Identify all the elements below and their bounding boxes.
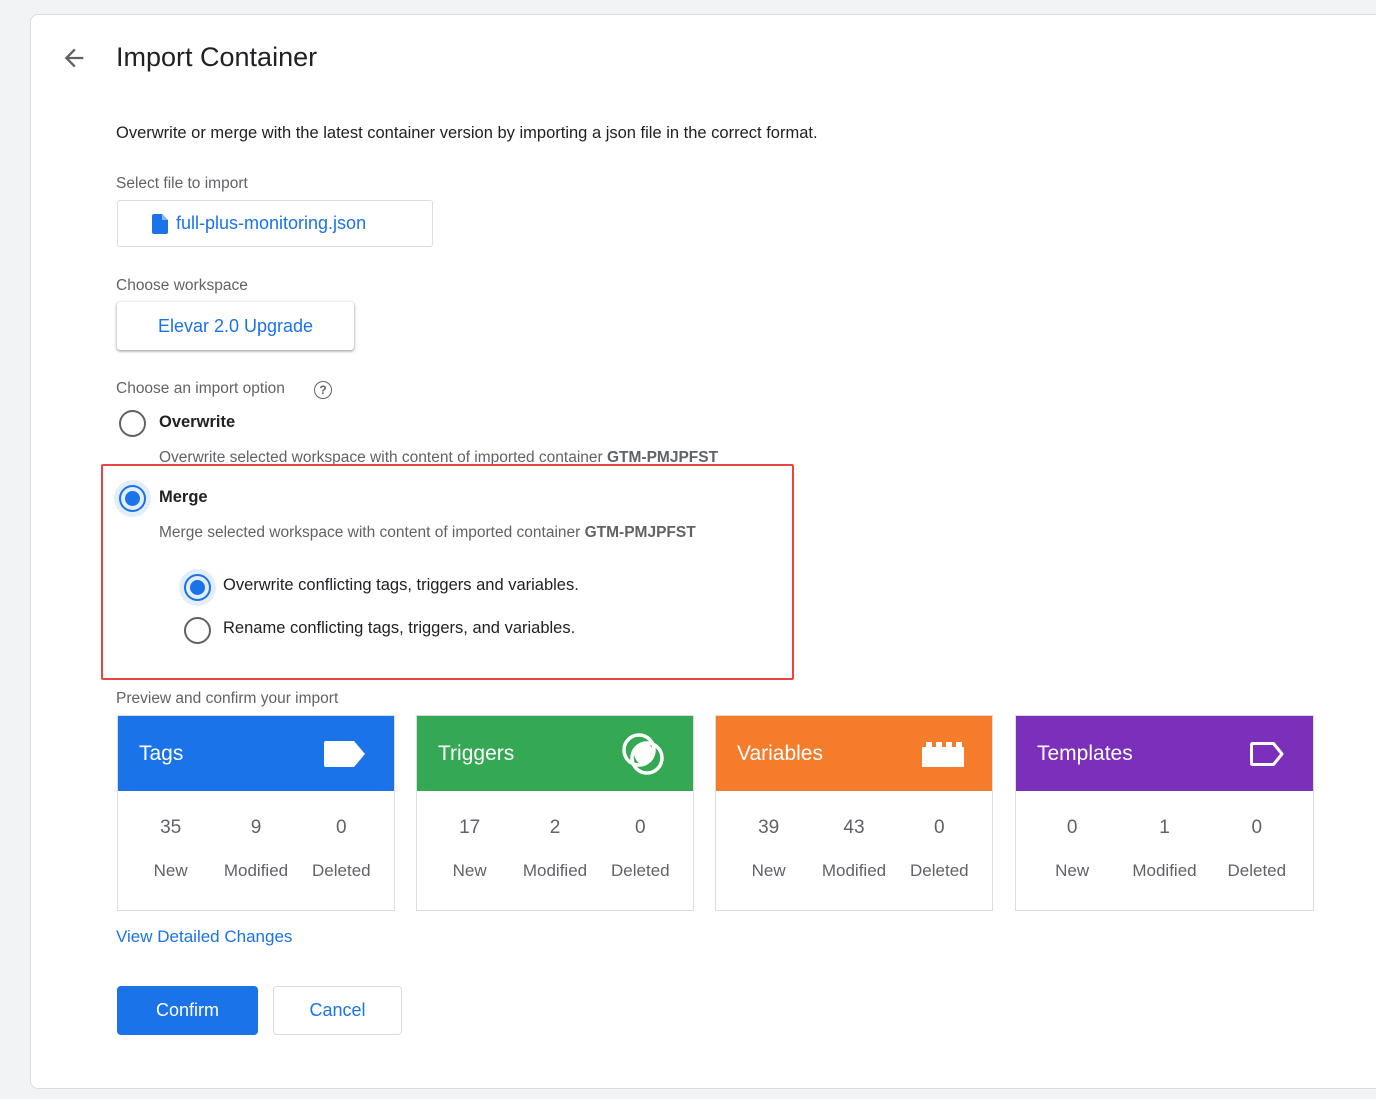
view-detailed-changes-link[interactable]: View Detailed Changes — [116, 927, 292, 947]
triggers-deleted-label: Deleted — [611, 861, 670, 880]
workspace-select-button[interactable]: Elevar 2.0 Upgrade — [117, 302, 354, 350]
variables-card: Variables 39 New 43 Modified 0 Deleted — [715, 715, 993, 911]
templates-deleted-count: 0 — [1251, 817, 1263, 838]
tag-icon — [324, 740, 365, 767]
merge-container-id: GTM-PMJPFST — [584, 524, 696, 541]
tags-modified-label: Modified — [223, 861, 289, 880]
merge-radio[interactable] — [114, 480, 151, 517]
tags-deleted-count: 0 — [336, 817, 347, 838]
overwrite-option-name: Overwrite — [159, 413, 236, 431]
templates-modified-label: Modified — [1132, 861, 1197, 880]
overwrite-option-desc: Overwrite selected workspace with conten… — [159, 449, 719, 466]
templates-card-title: Templates — [1037, 741, 1133, 765]
templates-new-label: New — [1055, 861, 1090, 880]
triggers-card-header: Triggers — [417, 716, 693, 791]
file-name: full-plus-monitoring.json — [176, 213, 367, 233]
overwrite-conflicting-radio[interactable] — [179, 569, 216, 606]
variables-modified-count: 43 — [843, 817, 865, 838]
triggers-modified-label: Modified — [522, 861, 588, 880]
triggers-card-title: Triggers — [438, 741, 515, 765]
merge-option-desc: Merge selected workspace with content of… — [159, 524, 696, 541]
templates-modified-count: 1 — [1159, 817, 1170, 838]
triggers-deleted-count: 0 — [635, 817, 646, 838]
file-select-button[interactable]: full-plus-monitoring.json — [117, 200, 433, 247]
cancel-button[interactable]: Cancel — [273, 986, 402, 1035]
help-icon[interactable]: ? — [314, 381, 332, 399]
overwrite-radio[interactable] — [119, 410, 146, 437]
tags-new-label: New — [153, 861, 188, 880]
variables-card-header: Variables — [716, 716, 992, 791]
import-description: Overwrite or merge with the latest conta… — [116, 124, 818, 142]
preview-label: Preview and confirm your import — [116, 690, 339, 707]
file-label: Select file to import — [116, 175, 248, 192]
import-option-label: Choose an import option — [116, 380, 285, 397]
variables-card-title: Variables — [737, 741, 823, 765]
triggers-modified-count: 2 — [549, 817, 561, 838]
trigger-icon — [622, 732, 664, 775]
merge-option-name: Merge — [159, 488, 208, 506]
rename-conflicting-radio[interactable] — [184, 617, 211, 644]
templates-deleted-label: Deleted — [1227, 861, 1287, 880]
page-title: Import Container — [116, 42, 318, 72]
tags-modified-count: 9 — [250, 817, 262, 838]
triggers-new-count: 17 — [459, 817, 481, 838]
rename-conflicting-label: Rename conflicting tags, triggers, and v… — [223, 619, 576, 637]
file-icon — [152, 213, 168, 234]
variables-modified-label: Modified — [821, 861, 887, 880]
workspace-label: Choose workspace — [116, 277, 248, 294]
variable-icon — [922, 741, 964, 767]
tags-card-title: Tags — [139, 741, 184, 765]
tags-card-header: Tags — [118, 716, 394, 791]
triggers-new-label: New — [452, 861, 487, 880]
tags-new-count: 35 — [160, 817, 182, 838]
templates-card-header: Templates — [1016, 716, 1313, 791]
confirm-button[interactable]: Confirm — [117, 986, 258, 1035]
overwrite-container-id: GTM-PMJPFST — [607, 449, 719, 466]
back-arrow-icon[interactable] — [60, 44, 88, 72]
overwrite-conflicting-label: Overwrite conflicting tags, triggers and… — [223, 576, 579, 594]
templates-card: Templates 0 New 1 Modified 0 Deleted — [1015, 715, 1314, 911]
templates-new-count: 0 — [1066, 817, 1078, 838]
variables-new-label: New — [751, 861, 786, 880]
tags-card: Tags 35 New 9 Modified 0 Deleted — [117, 715, 395, 911]
variables-deleted-count: 0 — [934, 817, 945, 838]
variables-deleted-label: Deleted — [910, 861, 969, 880]
tags-deleted-label: Deleted — [312, 861, 371, 880]
triggers-card: Triggers 17 New 2 Modified 0 Deleted — [416, 715, 694, 911]
variables-new-count: 39 — [758, 817, 780, 838]
template-icon — [1250, 741, 1284, 766]
